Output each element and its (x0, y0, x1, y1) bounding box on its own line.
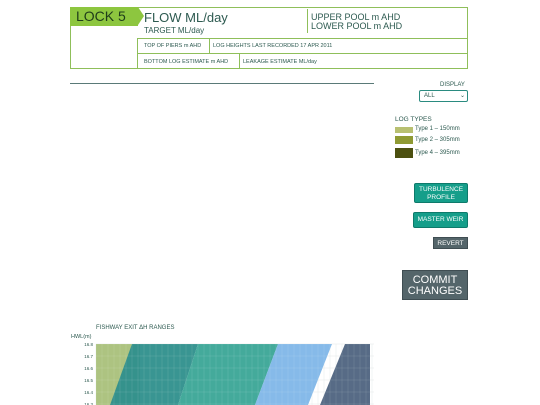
divider (137, 38, 468, 39)
target-label: TARGET ML/day (144, 26, 205, 35)
log-type-swatch (395, 148, 413, 158)
fishway-chart: 16.816.716.616.516.416.3 (84, 342, 374, 405)
chevron-down-icon: ⌄ (459, 93, 465, 99)
master-weir-button[interactable]: MASTER WEIR (413, 212, 468, 228)
divider (137, 38, 138, 69)
leakage-label: LEAKAGE ESTIMATE ML/day (243, 59, 317, 65)
section-rule (70, 83, 374, 84)
log-type-label: Type 1 – 150mm (415, 126, 460, 132)
y-tick-label: 16.5 (84, 378, 93, 383)
log-type-swatch (395, 136, 413, 144)
divider (209, 38, 210, 53)
log-type-label: Type 2 – 305mm (415, 137, 460, 143)
revert-button[interactable]: REVERT (433, 237, 468, 249)
display-selected-value: ALL (424, 93, 435, 99)
y-tick-label: 16.7 (84, 354, 93, 359)
y-tick-label: 16.8 (84, 342, 93, 347)
lock-label: LOCK 5 (70, 7, 138, 26)
log-heights-label: LOG HEIGHTS LAST RECORDED 17 APR 2011 (213, 43, 333, 49)
divider (307, 9, 308, 33)
y-tick-label: 16.6 (84, 366, 93, 371)
turbulence-profile-button[interactable]: TURBULENCE PROFILE (414, 183, 468, 203)
lower-pool-label: LOWER POOL m AHD (311, 21, 403, 31)
turbulence-label-line2: PROFILE (427, 193, 455, 201)
log-types-label: LOG TYPES (395, 116, 432, 123)
bottom-log-label: BOTTOM LOG ESTIMATE m AHD (144, 59, 229, 65)
flow-label: FLOW ML/day (144, 10, 228, 25)
chart-title: FISHWAY EXIT ΔH RANGES (96, 325, 175, 331)
log-type-swatch (395, 127, 413, 133)
commit-label-line2: CHANGES (407, 285, 463, 297)
turbulence-label-line1: TURBULENCE (418, 186, 464, 193)
display-label: DISPLAY (440, 82, 465, 88)
divider (239, 53, 240, 69)
top-of-piers-label: TOP OF PIERS m AHD (144, 43, 202, 49)
y-tick-label: 16.4 (84, 390, 93, 395)
display-select[interactable]: ALL ⌄ (419, 90, 468, 102)
commit-changes-button[interactable]: COMMIT CHANGES (402, 270, 468, 300)
divider (137, 53, 468, 54)
log-type-label: Type 4 – 395mm (415, 150, 460, 156)
